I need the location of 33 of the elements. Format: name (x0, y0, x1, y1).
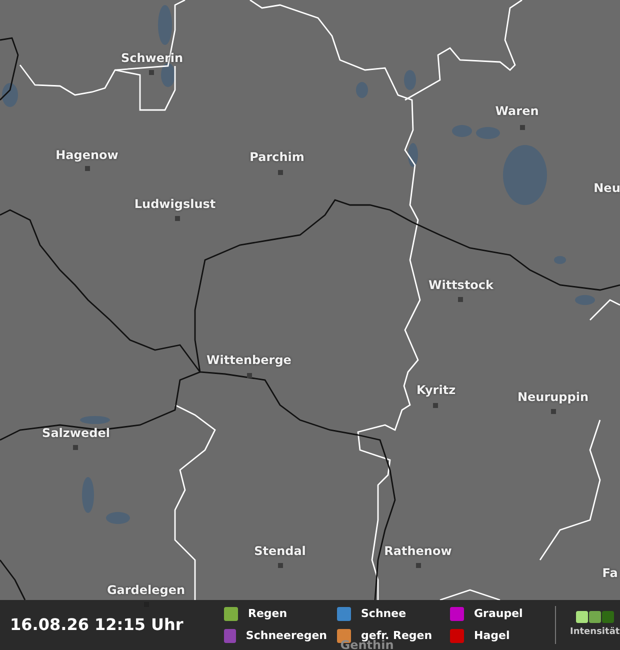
city-marker-icon (278, 563, 283, 568)
city-label: Ludwigslust (134, 196, 216, 213)
city-label: Fa (602, 565, 618, 582)
city-label: Rathenow (384, 543, 452, 560)
city-label: Wittenberge (206, 352, 292, 369)
city-label: Parchim (250, 149, 304, 166)
city-marker-icon (85, 166, 90, 171)
city-marker-icon (73, 445, 78, 450)
city-marker-icon (278, 170, 283, 175)
city-label: Stendal (254, 543, 306, 560)
city-label: Hagenow (56, 147, 118, 164)
legend-label: Schneeregen (246, 628, 327, 644)
legend-label: Schnee (361, 606, 406, 622)
city-label: Gardelegen (106, 582, 186, 599)
city-label: Kyritz (416, 382, 456, 399)
city-marker-icon (175, 216, 180, 221)
city-label: Neu (594, 180, 620, 197)
city-marker-icon (149, 70, 154, 75)
intensity-label: Intensität (570, 626, 620, 639)
city-marker-icon (551, 409, 556, 414)
city-marker-icon (247, 373, 252, 378)
city-label: Salzwedel (42, 425, 110, 442)
timestamp: 16.08.26 12:15 Uhr (10, 614, 184, 636)
city-label: Waren (495, 103, 539, 120)
city-label: Wittstock (428, 277, 494, 294)
legend-label: Graupel (474, 606, 523, 622)
city-marker-icon (520, 125, 525, 130)
legend-label: Hagel (474, 628, 510, 644)
city-marker-icon (416, 563, 421, 568)
legend-label: Regen (248, 606, 288, 622)
city-label: Neuruppin (517, 389, 589, 406)
city-marker-icon (458, 297, 463, 302)
city-marker-icon (433, 403, 438, 408)
